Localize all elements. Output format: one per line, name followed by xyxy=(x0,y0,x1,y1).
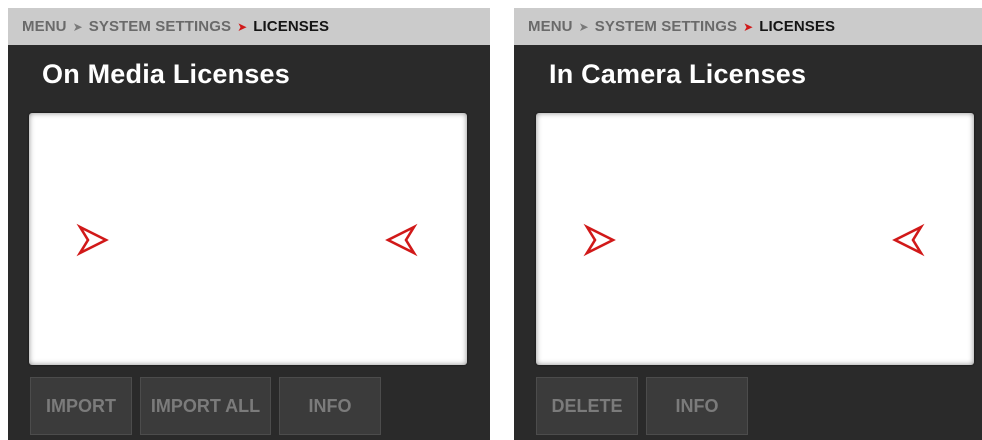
delete-button[interactable]: DELETE xyxy=(536,377,638,435)
arrow-left-icon xyxy=(892,223,925,257)
page-title: In Camera Licenses xyxy=(549,59,807,89)
on-media-licenses-panel: MENU ➤ SYSTEM SETTINGS ➤ LICENSES On Med… xyxy=(8,8,490,440)
in-camera-licenses-panel: MENU ➤ SYSTEM SETTINGS ➤ LICENSES In Cam… xyxy=(514,8,982,440)
breadcrumb-current: LICENSES xyxy=(759,18,836,35)
arrow-right-icon xyxy=(583,223,616,257)
arrow-left-icon xyxy=(385,223,418,257)
chevron-right-icon: ➤ xyxy=(237,19,248,34)
import-all-button[interactable]: IMPORT ALL xyxy=(140,377,271,435)
breadcrumb-system-settings[interactable]: SYSTEM SETTINGS xyxy=(595,18,737,35)
chevron-right-icon: ➤ xyxy=(72,19,83,34)
breadcrumb-current: LICENSES xyxy=(253,18,330,35)
breadcrumb-system-settings[interactable]: SYSTEM SETTINGS xyxy=(89,18,231,35)
breadcrumb-menu[interactable]: MENU xyxy=(22,18,67,35)
chevron-right-icon: ➤ xyxy=(578,19,589,34)
info-button[interactable]: INFO xyxy=(279,377,381,435)
breadcrumb: MENU ➤ SYSTEM SETTINGS ➤ LICENSES xyxy=(514,8,982,45)
breadcrumb: MENU ➤ SYSTEM SETTINGS ➤ LICENSES xyxy=(8,8,490,45)
info-button[interactable]: INFO xyxy=(646,377,748,435)
license-list[interactable] xyxy=(29,113,467,365)
page-title: On Media Licenses xyxy=(42,59,290,89)
import-button[interactable]: IMPORT xyxy=(30,377,132,435)
arrow-right-icon xyxy=(76,223,109,257)
chevron-right-icon: ➤ xyxy=(743,19,754,34)
breadcrumb-menu[interactable]: MENU xyxy=(528,18,573,35)
license-list[interactable] xyxy=(536,113,974,365)
